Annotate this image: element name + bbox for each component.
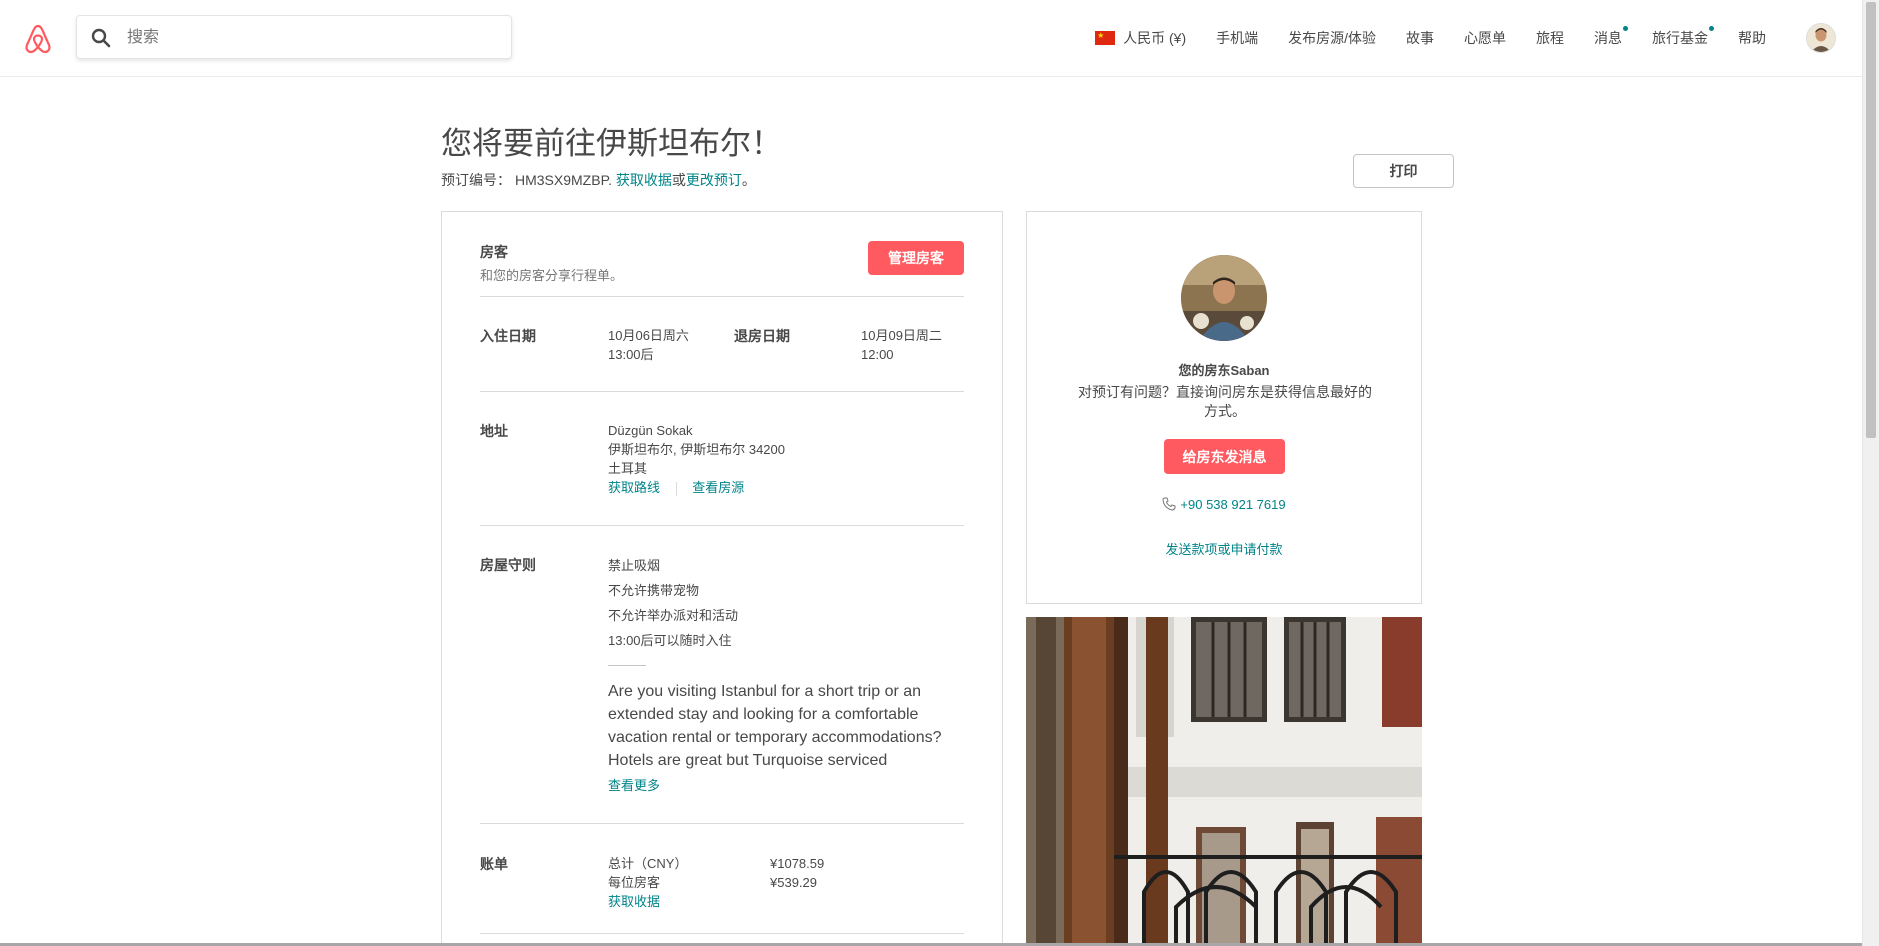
change-booking-link[interactable]: 更改预订 <box>686 172 742 188</box>
booking-info: 预订编号： HM3SX9MZBP. 获取收据或更改预订。 <box>441 170 756 190</box>
checkout-date: 10月09日周二 <box>861 328 942 343</box>
airbnb-logo-icon[interactable] <box>22 23 54 55</box>
address-country: 土耳其 <box>608 461 648 476</box>
checkin-time: 13:00后 <box>608 347 654 362</box>
notification-dot <box>1623 26 1628 31</box>
host-phone[interactable]: +90 538 921 7619 <box>1027 497 1421 512</box>
user-avatar-image <box>1807 24 1835 52</box>
print-button[interactable]: 打印 <box>1353 154 1454 188</box>
house-rules-content: 禁止吸烟 不允许携带宠物 不允许举办派对和活动 13:00后可以随时入住 Are… <box>608 553 968 794</box>
page-scrollbar[interactable] <box>1862 0 1879 946</box>
itinerary-card: 房客 和您的房客分享行程单。 管理房客 入住日期 10月06日周六 13:00后… <box>441 211 1003 946</box>
billing-label: 账单 <box>480 856 508 872</box>
listing-photo[interactable] <box>1026 617 1422 946</box>
view-listing-link[interactable]: 查看房源 <box>692 480 744 495</box>
total-label: 总计（CNY） <box>608 856 688 871</box>
search-input[interactable] <box>125 16 499 60</box>
china-flag-icon <box>1095 31 1116 45</box>
short-divider <box>608 665 646 666</box>
top-nav: 人民币 (¥) 手机端 发布房源/体验 故事 心愿单 旅程 消息 旅行基金 帮助 <box>1065 0 1836 76</box>
user-avatar[interactable] <box>1806 23 1836 53</box>
read-more-link[interactable]: 查看更多 <box>608 775 968 794</box>
search-box[interactable] <box>76 15 512 60</box>
address-label: 地址 <box>480 423 508 439</box>
address-street: Düzgün Sokak <box>608 423 693 438</box>
get-receipt-link[interactable]: 获取收据 <box>616 172 672 188</box>
host-phone-number: +90 538 921 7619 <box>1180 497 1286 512</box>
phone-icon <box>1162 497 1176 511</box>
nav-travel-credit-label: 旅行基金 <box>1652 30 1708 46</box>
host-photo <box>1181 255 1267 341</box>
address-city: 伊斯坦布尔, 伊斯坦布尔 34200 <box>608 442 785 457</box>
nav-host[interactable]: 发布房源/体验 <box>1288 28 1376 48</box>
divider <box>480 933 964 934</box>
currency-label: 人民币 (¥) <box>1123 30 1187 46</box>
listing-description: Are you visiting Istanbul for a short tr… <box>608 683 942 769</box>
search-icon <box>91 28 111 48</box>
divider <box>480 296 964 297</box>
host-name: 您的房东Saban <box>1178 363 1270 378</box>
booking-code-label: 预订编号： <box>441 172 511 188</box>
nav-wishlist[interactable]: 心愿单 <box>1464 28 1506 48</box>
nav-travel-credit[interactable]: 旅行基金 <box>1652 26 1714 48</box>
period-text: 。 <box>741 172 756 188</box>
host-card: 您的房东Saban 对预订有问题？直接询问房东是获得信息最好的方式。 给房东发消… <box>1026 211 1422 604</box>
checkout-time: 12:00 <box>861 347 894 362</box>
send-payment-link[interactable]: 发送款项或申请付款 <box>1027 539 1421 558</box>
or-text: 或 <box>671 172 686 188</box>
booking-code: HM3SX9MZBP. <box>515 172 612 188</box>
message-host-button[interactable]: 给房东发消息 <box>1164 439 1285 474</box>
address-value: Düzgün Sokak 伊斯坦布尔, 伊斯坦布尔 34200 土耳其 获取路线… <box>608 421 785 497</box>
rule-item: 不允许举办派对和活动 <box>608 608 739 623</box>
billing-receipt-link[interactable]: 获取收据 <box>608 892 728 911</box>
billing-labels: 总计（CNY） 每位房客 获取收据 <box>608 854 728 911</box>
divider <box>480 823 964 824</box>
checkin-date: 10月06日周六 <box>608 328 689 343</box>
rule-item: 不允许携带宠物 <box>608 583 700 598</box>
link-separator <box>675 481 677 496</box>
total-value: ¥1078.59 <box>770 856 825 871</box>
rule-item: 13:00后可以随时入住 <box>608 633 732 648</box>
per-guest-value: ¥539.29 <box>770 875 817 890</box>
address-links: 获取路线 查看房源 <box>608 478 785 497</box>
checkin-value: 10月06日周六 13:00后 <box>608 326 689 364</box>
checkout-label: 退房日期 <box>734 328 790 344</box>
listing-photo-image <box>1026 617 1422 946</box>
nav-stories[interactable]: 故事 <box>1406 28 1434 48</box>
nav-help[interactable]: 帮助 <box>1738 28 1766 48</box>
scrollbar-thumb[interactable] <box>1866 2 1876 438</box>
checkin-label: 入住日期 <box>480 328 536 344</box>
per-guest-label: 每位房客 <box>608 875 661 890</box>
divider <box>480 525 964 526</box>
house-rules-label: 房屋守则 <box>480 557 536 573</box>
rule-item: 禁止吸烟 <box>608 558 661 573</box>
nav-messages-label: 消息 <box>1594 30 1622 46</box>
divider <box>480 391 964 392</box>
nav-messages[interactable]: 消息 <box>1594 26 1628 48</box>
currency-selector[interactable]: 人民币 (¥) <box>1095 28 1186 48</box>
host-avatar[interactable] <box>1181 255 1267 341</box>
top-header: 人民币 (¥) 手机端 发布房源/体验 故事 心愿单 旅程 消息 旅行基金 帮助 <box>0 0 1862 77</box>
notification-dot <box>1709 26 1714 31</box>
directions-link[interactable]: 获取路线 <box>608 480 660 495</box>
billing-values: ¥1078.59 ¥539.29 <box>770 854 824 892</box>
nav-trips[interactable]: 旅程 <box>1536 28 1564 48</box>
page-title: 您将要前往伊斯坦布尔！ <box>441 126 782 161</box>
manage-guests-button[interactable]: 管理房客 <box>868 241 964 275</box>
checkout-value: 10月09日周二 12:00 <box>861 326 942 364</box>
host-question: 对预订有问题？直接询问房东是获得信息最好的方式。 <box>1078 384 1372 419</box>
nav-mobile[interactable]: 手机端 <box>1216 28 1258 48</box>
